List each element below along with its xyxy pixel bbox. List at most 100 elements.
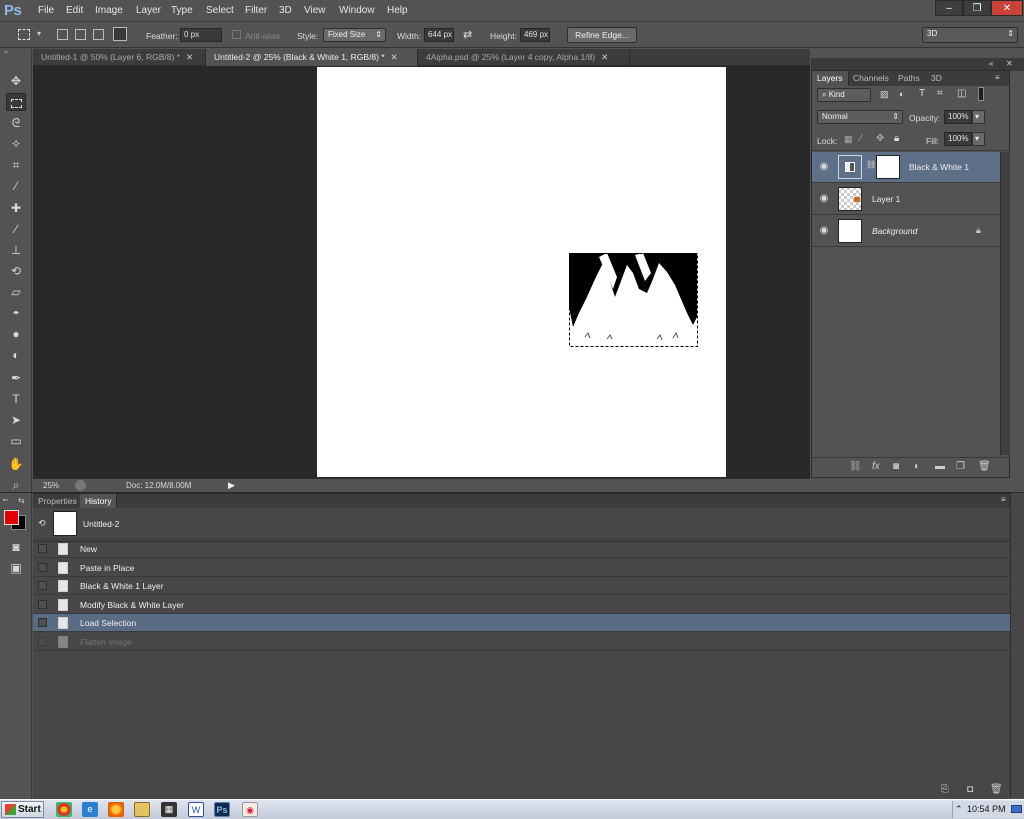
mask-icon[interactable]: ◙	[893, 461, 899, 472]
feather-input[interactable]: 0 px	[180, 28, 222, 42]
minimize-button[interactable]: –	[935, 0, 963, 16]
menu-view[interactable]: View	[304, 5, 326, 16]
trash-icon[interactable]: 🗑︎	[978, 461, 991, 472]
close-icon[interactable]: ✕	[391, 52, 398, 62]
history-item-selected[interactable]: Load Selection	[33, 614, 1010, 632]
opacity-dropdown[interactable]: ▾	[972, 110, 985, 124]
play-icon[interactable]: ▶	[228, 480, 235, 491]
filter-pixel-icon[interactable]: ▨	[880, 89, 889, 100]
menu-window[interactable]: Window	[339, 5, 375, 16]
history-item[interactable]: New	[33, 540, 1010, 558]
fx-icon[interactable]: fx	[872, 461, 880, 472]
layer-row-layer-1[interactable]: ◉ Layer 1	[812, 184, 1000, 215]
menu-3d[interactable]: 3D	[279, 5, 292, 16]
folder-icon[interactable]: ▬	[935, 461, 945, 472]
move-tool-icon[interactable]: ✥	[6, 72, 26, 90]
marquee-tool-preset-icon[interactable]	[18, 29, 30, 40]
photoshop-taskbar-icon[interactable]: Ps	[214, 802, 230, 817]
eraser-tool-icon[interactable]: ▱	[6, 283, 26, 301]
media-player-icon[interactable]: ▦	[161, 802, 177, 817]
link-icon[interactable]: ⛓	[849, 461, 862, 472]
layer-filter-select[interactable]: ⌕ Kind	[817, 88, 871, 102]
start-button[interactable]: Start	[1, 801, 44, 818]
close-icon[interactable]: ✕	[601, 52, 608, 62]
language-flag-icon[interactable]	[1011, 805, 1022, 813]
link-icon[interactable]: ⛓	[866, 160, 876, 169]
blur-tool-icon[interactable]: ●	[6, 325, 26, 343]
refine-edge-button[interactable]: Refine Edge...	[567, 27, 637, 43]
layer-row-background[interactable]: ◉ Background 🔒︎	[812, 216, 1000, 247]
chrome-icon[interactable]	[56, 802, 72, 817]
doc-tab-active[interactable]: Untitled-2 @ 25% (Black & White 1, RGB/8…	[206, 49, 418, 66]
filter-adjustment-icon[interactable]: ◐	[899, 89, 904, 99]
quick-mask-icon[interactable]: ◙	[6, 538, 26, 556]
expand-icon[interactable]: »	[4, 49, 8, 56]
dodge-tool-icon[interactable]: ◐	[6, 346, 26, 364]
document-canvas[interactable]	[317, 67, 726, 477]
opacity-input[interactable]: 100%	[944, 110, 972, 124]
new-selection-icon[interactable]	[57, 29, 68, 40]
visibility-eye-icon[interactable]: ◉	[818, 225, 830, 236]
filter-type-icon[interactable]: T	[919, 88, 925, 99]
close-icon[interactable]: ✕	[1006, 59, 1013, 68]
brush-tool-icon[interactable]: ∕	[6, 220, 26, 238]
filter-shape-icon[interactable]: ⌗	[937, 88, 943, 99]
history-source-checkbox[interactable]	[38, 581, 47, 590]
default-colors-icon[interactable]: ▪▫	[3, 497, 8, 504]
camera-icon[interactable]: ◘	[967, 784, 973, 795]
marquee-tool-icon[interactable]	[6, 93, 26, 111]
chevron-down-icon[interactable]: ▾	[37, 29, 41, 38]
tab-layers[interactable]: Layers	[812, 71, 849, 86]
eyedropper-tool-icon[interactable]: ⁄	[6, 177, 26, 195]
lock-position-icon[interactable]: ✥	[876, 133, 884, 144]
filter-smart-object-icon[interactable]: ◫	[957, 88, 966, 99]
blend-mode-select[interactable]: Normal ⇕	[817, 110, 903, 124]
tab-channels[interactable]: Channels	[848, 71, 894, 86]
tray-expand-icon[interactable]: ⌃	[955, 801, 963, 818]
adjustment-icon[interactable]: ◐	[914, 461, 920, 472]
history-item[interactable]: Modify Black & White Layer	[33, 596, 1010, 614]
layer-name[interactable]: Layer 1	[872, 194, 900, 204]
menu-edit[interactable]: Edit	[66, 5, 83, 16]
hand-tool-icon[interactable]: ✋	[6, 455, 26, 473]
history-source-checkbox[interactable]	[38, 637, 47, 646]
close-window-button[interactable]: ✕	[991, 0, 1023, 16]
height-input[interactable]: 469 px	[520, 28, 550, 42]
menu-file[interactable]: File	[38, 5, 54, 16]
path-selection-tool-icon[interactable]: ➤	[6, 411, 26, 429]
doc-tab[interactable]: 4Alpha.psd @ 25% (Layer 4 copy, Alpha 1/…	[418, 49, 630, 66]
doc-tab[interactable]: Untitled-1 @ 50% (Layer 6, RGB/8) * ✕	[33, 49, 206, 66]
menu-image[interactable]: Image	[95, 5, 123, 16]
swap-colors-icon[interactable]: ⇆	[18, 496, 25, 505]
zoom-level[interactable]: 25%	[43, 481, 59, 490]
history-brush-source-icon[interactable]: ⟲	[38, 518, 46, 529]
layer-name[interactable]: Background	[872, 226, 917, 236]
foreground-color-swatch[interactable]	[4, 510, 19, 525]
layer-name[interactable]: Black & White 1	[909, 162, 969, 172]
menu-filter[interactable]: Filter	[245, 5, 267, 16]
antialias-checkbox[interactable]	[232, 30, 241, 39]
pen-tool-icon[interactable]: ✒	[6, 369, 26, 387]
menu-help[interactable]: Help	[387, 5, 408, 16]
history-scrollbar[interactable]	[1010, 493, 1024, 798]
lock-all-icon[interactable]: 🔒︎	[894, 133, 899, 144]
intersect-selection-icon[interactable]	[113, 27, 127, 41]
add-selection-icon[interactable]	[75, 29, 86, 40]
visibility-eye-icon[interactable]: ◉	[818, 193, 830, 204]
layer-mask-thumbnail[interactable]	[876, 155, 900, 179]
word-icon[interactable]: W	[188, 802, 204, 817]
paint-bucket-tool-icon[interactable]: ◓	[6, 304, 26, 322]
workspace-select[interactable]: 3D ⇕	[922, 27, 1018, 43]
panel-menu-icon[interactable]: ≡	[1001, 495, 1006, 504]
clock[interactable]: 10:54 PM	[967, 801, 1006, 818]
screen-mode-icon[interactable]: ▣	[6, 559, 26, 577]
tab-properties[interactable]: Properties	[33, 494, 82, 508]
file-explorer-icon[interactable]	[134, 802, 150, 817]
trash-icon[interactable]: 🗑︎	[990, 784, 1003, 795]
swap-dimensions-icon[interactable]: ⇄	[463, 28, 472, 41]
menu-select[interactable]: Select	[206, 5, 234, 16]
clone-stamp-tool-icon[interactable]: ⊥	[6, 241, 26, 259]
style-select[interactable]: Fixed Size ⇕	[323, 28, 386, 42]
history-item-undone[interactable]: Flatten Image	[33, 633, 1010, 651]
rectangle-tool-icon[interactable]: ▭	[6, 432, 26, 450]
